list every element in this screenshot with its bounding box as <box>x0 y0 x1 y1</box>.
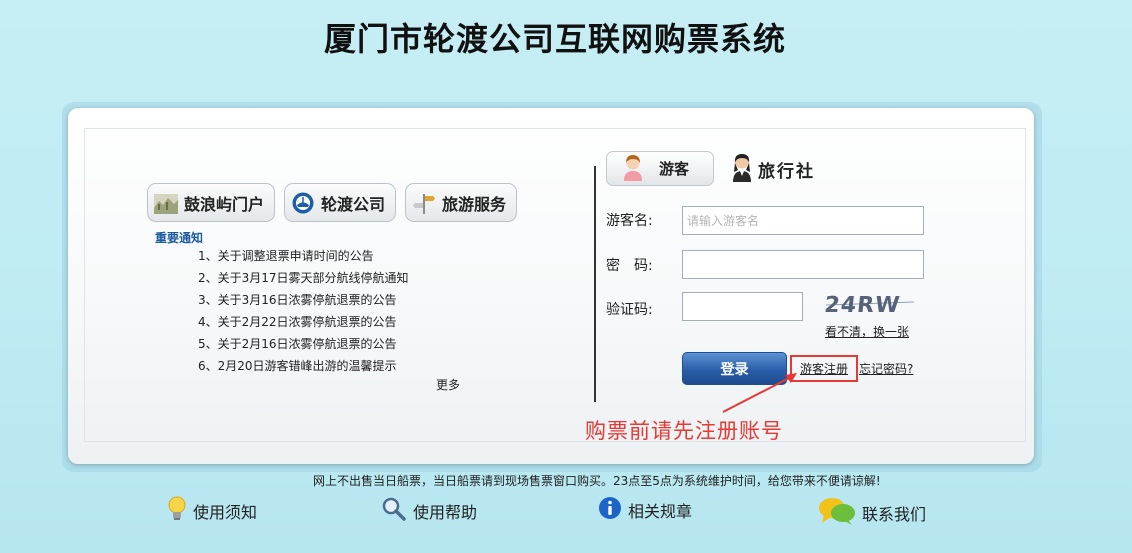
vertical-divider <box>594 166 596 402</box>
password-label: 密 码: <box>606 258 653 274</box>
tab-visitor-label: 游客 <box>659 160 690 178</box>
footer-link-help[interactable]: 使用帮助 <box>381 496 477 526</box>
agency-person-icon <box>730 152 754 187</box>
captcha-text: 24RW <box>824 293 902 317</box>
notice-list: 1、关于调整退票申请时间的公告 2、关于3月17日雾天部分航线停航通知 3、关于… <box>198 246 409 378</box>
notice-item[interactable]: 6、2月20日游客错峰出游的温馨提示 <box>198 356 409 378</box>
ferry-company-label: 轮渡公司 <box>321 194 386 214</box>
chat-bubbles-icon <box>818 496 856 530</box>
footer-notice: 网上不出售当日船票，当日船票请到现场售票窗口购买。23点至5点为系统维护时间，给… <box>313 474 881 488</box>
signpost-icon <box>412 192 436 214</box>
gulangyu-portal-button[interactable]: 鼓浪屿门户 <box>147 183 276 222</box>
footer-link-label: 使用须知 <box>193 503 258 522</box>
tab-agency-label: 旅行社 <box>758 161 815 182</box>
notice-item[interactable]: 2、关于3月17日雾天部分航线停航通知 <box>198 268 409 290</box>
notice-item[interactable]: 3、关于3月16日浓雾停航退票的公告 <box>198 290 409 312</box>
annotation-arrow-icon <box>722 373 797 413</box>
captcha-label: 验证码: <box>606 302 653 318</box>
notice-section-title: 重要通知 <box>155 231 204 245</box>
gulangyu-landscape-icon <box>154 192 178 214</box>
captcha-glyphs: 24RW <box>823 293 915 318</box>
footer-link-label: 使用帮助 <box>413 503 478 522</box>
forgot-password-link[interactable]: 忘记密码? <box>859 360 913 377</box>
tab-agency[interactable]: 旅行社 <box>730 152 815 186</box>
notice-item[interactable]: 4、关于2月22日浓雾停航退票的公告 <box>198 312 409 334</box>
tourism-service-label: 旅游服务 <box>442 194 507 214</box>
captcha-image[interactable]: 24RW <box>823 291 916 318</box>
username-input[interactable] <box>682 206 924 235</box>
password-input[interactable] <box>682 250 924 279</box>
footer-link-label: 相关规章 <box>628 502 693 521</box>
notice-item[interactable]: 5、关于2月16日浓雾停航退票的公告 <box>198 334 409 356</box>
ferry-company-logo-icon <box>291 192 315 214</box>
gulangyu-portal-label: 鼓浪屿门户 <box>184 194 265 214</box>
register-annotation: 购票前请先注册账号 <box>585 419 783 443</box>
footer-link-regulations[interactable]: 相关规章 <box>598 496 692 524</box>
footer-links: 使用须知 使用帮助 相关规章 联系我们 <box>0 496 1132 532</box>
tab-visitor[interactable]: 游客 <box>606 151 714 186</box>
footer-link-label: 联系我们 <box>862 505 927 524</box>
notice-item[interactable]: 1、关于调整退票申请时间的公告 <box>198 246 409 268</box>
visitor-avatar-icon <box>621 153 645 185</box>
register-link[interactable]: 游客注册 <box>800 360 848 377</box>
captcha-input[interactable] <box>682 292 803 321</box>
magnifier-icon <box>381 496 407 526</box>
footer-link-usage-notes[interactable]: 使用须知 <box>167 496 257 526</box>
footer-link-contact[interactable]: 联系我们 <box>818 496 926 530</box>
page-title: 厦门市轮渡公司互联网购票系统 <box>323 20 786 58</box>
lightbulb-icon <box>167 496 187 526</box>
ferry-company-button[interactable]: 轮渡公司 <box>284 183 397 222</box>
info-icon <box>598 496 622 524</box>
username-label: 游客名: <box>606 213 653 229</box>
tourism-service-button[interactable]: 旅游服务 <box>405 183 518 222</box>
more-notices-link[interactable]: 更多 <box>436 376 460 393</box>
captcha-refresh-link[interactable]: 看不清，换一张 <box>825 323 909 340</box>
quick-links: 鼓浪屿门户 轮渡公司 旅游服务 <box>147 183 518 222</box>
